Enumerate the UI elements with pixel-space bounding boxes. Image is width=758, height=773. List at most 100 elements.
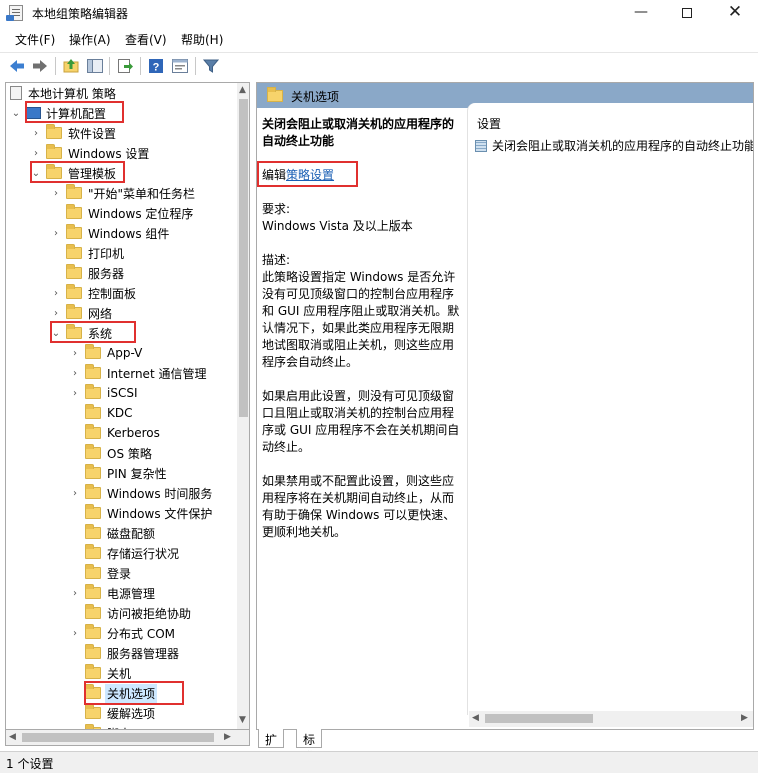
description-paragraph: 如果禁用或不配置此设置，则这些应用程序将在关机期间自动终止，从而有助于确保 Wi… [262, 474, 456, 539]
scroll-right-icon[interactable]: ▶ [224, 732, 231, 742]
tree-label: Internet 通信管理 [107, 366, 207, 381]
tree-label: 打印机 [88, 246, 125, 261]
filter-icon[interactable] [202, 57, 220, 75]
tree-item-file-protection[interactable]: Windows 文件保护 [69, 503, 214, 523]
tree-label: 关机 [107, 666, 132, 681]
tree-item-windows-settings[interactable]: › Windows 设置 [30, 143, 151, 163]
folder-icon [85, 644, 101, 659]
tree-item-pin[interactable]: PIN 复杂性 [69, 463, 169, 483]
tree-label: "开始"菜单和任务栏 [88, 186, 196, 201]
tree-item-disk-quota[interactable]: 磁盘配额 [69, 523, 157, 543]
tree-item-components[interactable]: › Windows 组件 [50, 223, 171, 243]
chevron-right-icon[interactable]: › [50, 308, 62, 319]
chevron-right-icon[interactable]: › [30, 148, 42, 159]
tree-item-software-settings[interactable]: › 软件设置 [30, 123, 118, 143]
show-hide-tree-icon[interactable] [86, 57, 104, 75]
chevron-right-icon[interactable]: › [69, 628, 81, 639]
scroll-left-icon[interactable]: ◀ [472, 713, 479, 723]
tree-item-dcom[interactable]: › 分布式 COM [69, 623, 177, 643]
scroll-thumb[interactable] [22, 733, 214, 742]
list-item[interactable]: 关闭会阻止或取消关机的应用程序的自动终止功能 [475, 137, 754, 154]
maximize-icon [682, 8, 692, 18]
folder-icon [46, 124, 62, 139]
tree-item-network[interactable]: › 网络 [50, 303, 114, 323]
tree-item-os-policy[interactable]: OS 策略 [69, 443, 154, 463]
tree-item-shutdown[interactable]: 关机 [69, 663, 133, 683]
tree-item-storage-health[interactable]: 存储运行状况 [69, 543, 181, 563]
tree-vertical-scrollbar[interactable]: ▲ ▼ [237, 83, 249, 729]
tree-item-scripts[interactable]: 脚本 [69, 723, 133, 729]
help-icon[interactable]: ? [147, 57, 165, 75]
tree-label: PIN 复杂性 [107, 466, 167, 481]
chevron-right-icon[interactable]: › [50, 288, 62, 299]
tree-item-start-menu[interactable]: › "开始"菜单和任务栏 [50, 183, 197, 203]
tree-label: OS 策略 [107, 446, 152, 461]
tree-item-location[interactable]: Windows 定位程序 [50, 203, 195, 223]
tree-horizontal-scrollbar[interactable]: ◀ ▶ [5, 730, 250, 746]
tree-item-server-manager[interactable]: 服务器管理器 [69, 643, 181, 663]
tree-item-power[interactable]: › 电源管理 [69, 583, 157, 603]
scroll-thumb[interactable] [239, 99, 248, 417]
chevron-down-icon[interactable]: ⌄ [10, 108, 22, 119]
export-icon[interactable] [116, 57, 134, 75]
chevron-right-icon[interactable]: › [69, 488, 81, 499]
menu-action[interactable]: 操作(A) [69, 31, 111, 48]
description-label: 描述: [262, 253, 291, 267]
tree-label: 网络 [88, 306, 113, 321]
menu-help[interactable]: 帮助(H) [181, 31, 223, 48]
tree-item-iscsi[interactable]: › iSCSI [69, 383, 140, 403]
description-paragraph: 此策略设置指定 Windows 是否允许没有可见顶级窗口的控制台应用程序和 GU… [262, 270, 460, 369]
tree-item-control-panel[interactable]: › 控制面板 [50, 283, 138, 303]
chevron-right-icon[interactable]: › [50, 228, 62, 239]
tree-item-kerberos[interactable]: Kerberos [69, 423, 162, 443]
scroll-thumb[interactable] [485, 714, 593, 723]
back-icon[interactable] [8, 57, 26, 75]
scroll-right-icon[interactable]: ▶ [741, 713, 748, 723]
tree-label: Windows 定位程序 [88, 206, 194, 221]
chevron-right-icon[interactable]: › [69, 588, 81, 599]
forward-icon[interactable] [31, 57, 49, 75]
menu-file[interactable]: 文件(F) [15, 31, 55, 48]
tree-label: 缓解选项 [107, 706, 156, 721]
tree-label: KDC [107, 406, 133, 420]
tree-item-mitigation[interactable]: 缓解选项 [69, 703, 157, 723]
menu-view[interactable]: 查看(V) [125, 31, 167, 48]
scroll-left-icon[interactable]: ◀ [9, 732, 16, 742]
list-horizontal-scrollbar[interactable]: ◀ ▶ [469, 711, 753, 727]
scroll-down-icon[interactable]: ▼ [239, 715, 246, 725]
menu-bar: 文件(F) 操作(A) 查看(V) 帮助(H) [0, 28, 758, 50]
properties-icon[interactable] [171, 57, 189, 75]
description-panel: 关闭会阻止或取消关机的应用程序的自动终止功能 编辑策略设置 要求: Window… [257, 116, 462, 541]
tab-extended[interactable]: 扩展 [258, 729, 285, 764]
folder-icon [85, 584, 101, 599]
chevron-right-icon[interactable]: › [69, 348, 81, 359]
tree-item-access-denied[interactable]: 访问被拒绝协助 [69, 603, 193, 623]
tree-label: 电源管理 [107, 586, 156, 601]
maximize-button[interactable] [664, 0, 710, 26]
tree-root[interactable]: 本地计算机 策略 [10, 83, 118, 103]
toolbar: ? [0, 52, 758, 78]
scroll-up-icon[interactable]: ▲ [239, 85, 246, 95]
minimize-button[interactable]: — [618, 0, 664, 26]
up-folder-icon[interactable] [62, 57, 80, 75]
tree-item-server[interactable]: 服务器 [50, 263, 126, 283]
tree-item-appv[interactable]: › App-V [69, 343, 144, 363]
folder-icon [85, 524, 101, 539]
folder-icon [85, 384, 101, 399]
tree-item-time-service[interactable]: › Windows 时间服务 [69, 483, 214, 503]
requirements-label: 要求: [262, 202, 291, 216]
tree-item-printers[interactable]: 打印机 [50, 243, 126, 263]
chevron-right-icon[interactable]: › [69, 388, 81, 399]
chevron-right-icon[interactable]: › [69, 368, 81, 379]
tab-standard[interactable]: 标准 [296, 729, 323, 764]
tree-item-internet-comm[interactable]: › Internet 通信管理 [69, 363, 208, 383]
close-button[interactable]: ✕ [712, 0, 758, 26]
setting-name: 关闭会阻止或取消关机的应用程序的自动终止功能 [492, 139, 754, 153]
folder-icon [85, 364, 101, 379]
column-header-setting[interactable]: 设置 [477, 115, 501, 132]
chevron-right-icon[interactable]: › [30, 128, 42, 139]
tree-label: 服务器 [88, 266, 125, 281]
tree-item-kdc[interactable]: KDC [69, 403, 135, 423]
chevron-right-icon[interactable]: › [50, 188, 62, 199]
tree-item-logon[interactable]: 登录 [69, 563, 133, 583]
